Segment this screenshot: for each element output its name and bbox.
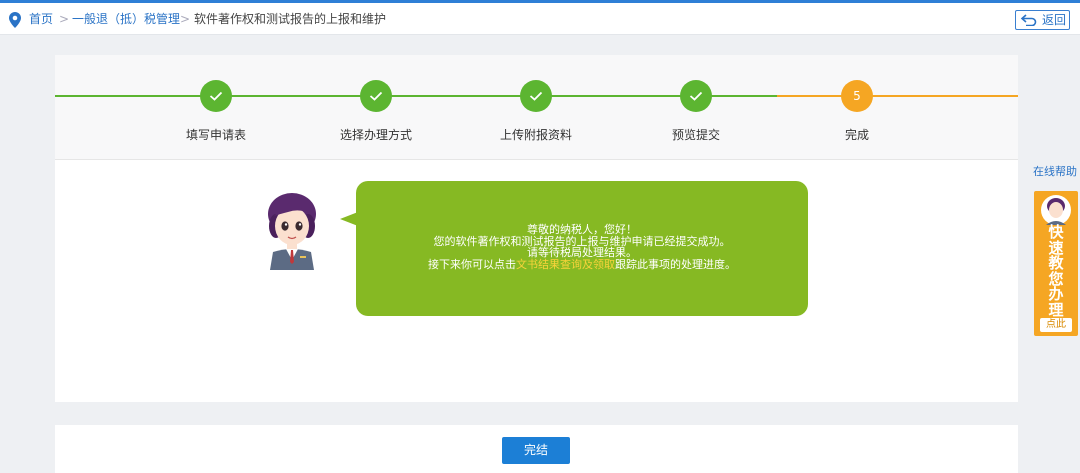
online-help-link[interactable]: 在线帮助: [1033, 163, 1077, 179]
progress-steps: 5 填写申请表 选择办理方式 上传附报资料 预览提交 完成: [55, 55, 1018, 160]
quick-guide-char-6: 理: [1048, 300, 1064, 319]
step-2-label: 选择办理方式: [339, 128, 412, 142]
breadcrumb-separator: >: [59, 12, 70, 26]
step-5-label: 完成: [844, 128, 869, 142]
quick-guide-char-3: 教: [1048, 254, 1064, 272]
check-icon: [369, 91, 383, 101]
check-icon: [529, 91, 543, 101]
check-icon: [209, 91, 223, 101]
progress-line-done: [55, 95, 777, 97]
message-line-3: 接下来你可以点击文书结果查询及领取跟踪此事项的处理进度。: [356, 257, 808, 271]
location-pin-icon: [9, 12, 21, 28]
check-icon: [689, 91, 703, 101]
assistant-avatar-icon: [1041, 195, 1071, 225]
success-message-bubble: 尊敬的纳税人，您好！ 您的软件著作权和测试报告的上报与维护申请已经提交成功。 请…: [356, 181, 808, 316]
step-3-circle: [520, 80, 552, 112]
progress-line-current: [777, 95, 1018, 97]
step-4-label: 预览提交: [671, 128, 720, 142]
step-2-circle: [360, 80, 392, 112]
back-label: 返回: [1042, 13, 1067, 27]
breadcrumb-tax-refund[interactable]: 一般退（抵）税管理: [72, 12, 180, 26]
breadcrumb-bar: 首页 > 一般退（抵）税管理 > 软件著作权和测试报告的上报和维护 返回: [0, 3, 1080, 35]
step-3-label: 上传附报资料: [499, 128, 572, 142]
back-button[interactable]: 返回: [1015, 10, 1070, 30]
message-line-3-prefix: 接下来你可以点击: [428, 257, 516, 271]
quick-guide-char-5: 办: [1048, 285, 1064, 303]
breadcrumb-current: 软件著作权和测试报告的上报和维护: [194, 12, 387, 26]
quick-guide-char-1: 快: [1048, 223, 1064, 241]
breadcrumb-home[interactable]: 首页: [29, 12, 53, 26]
step-1-label: 填写申请表: [185, 128, 246, 142]
finish-button[interactable]: 完结: [502, 437, 570, 464]
document-query-link[interactable]: 文书结果查询及领取: [516, 258, 615, 271]
quick-guide-card[interactable]: 快 速 教 您 办 理 点此: [1034, 191, 1078, 336]
step-1-circle: [200, 80, 232, 112]
step-4-circle: [680, 80, 712, 112]
breadcrumb-separator: >: [180, 12, 191, 26]
message-greeting: 尊敬的纳税人，您好！: [527, 223, 637, 236]
message-line-3-suffix: 跟踪此事项的处理进度。: [615, 257, 736, 271]
quick-guide-tag[interactable]: 点此: [1040, 318, 1072, 332]
return-arrow-icon: [1020, 14, 1037, 26]
step-5-circle: 5: [841, 80, 873, 112]
avatar-icon: [268, 193, 316, 270]
